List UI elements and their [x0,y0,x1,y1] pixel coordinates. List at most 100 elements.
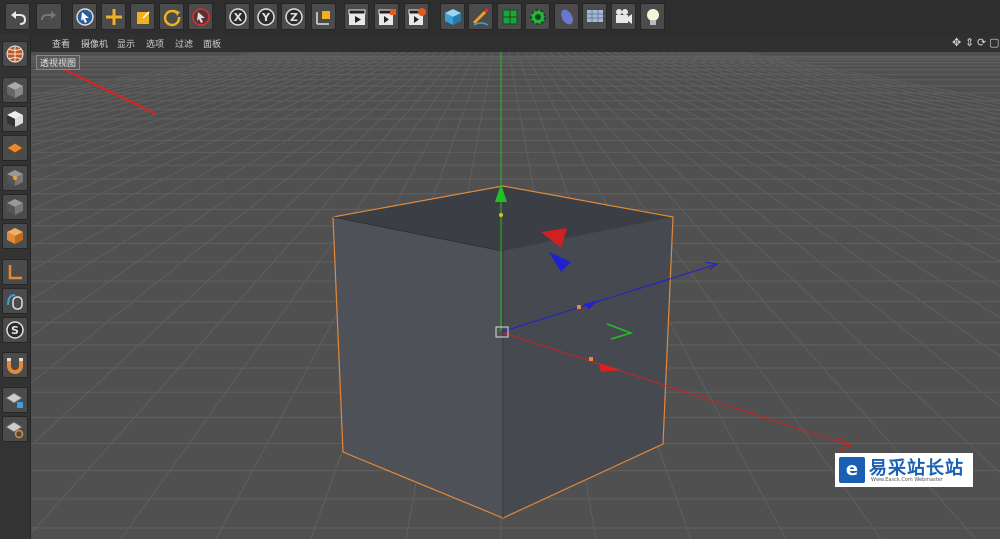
dolly-view-icon[interactable]: ⇕ [965,36,974,49]
redo-button[interactable] [36,3,62,30]
pan-view-icon[interactable]: ✥ [952,36,961,49]
model-mode-button[interactable] [2,41,28,67]
grid-line [31,52,318,123]
snapping-button[interactable]: S [2,317,28,343]
menu-display[interactable]: 显示 [117,37,135,50]
orbit-view-icon[interactable]: ⟳ [977,36,986,49]
points-mode-button[interactable] [2,165,28,191]
cube-right-face [503,217,673,518]
recent-select-icon [192,8,210,26]
y-scale-handle [499,213,503,217]
y-axis-icon: Y [257,8,275,26]
menu-filter[interactable]: 过滤 [175,37,193,50]
deformer-icon [561,9,573,25]
pen-icon [472,7,490,26]
mode-sidebar: S [0,34,31,539]
texture-mode-button[interactable] [2,106,28,132]
light-button[interactable] [640,3,665,30]
watermark: e 易采站长站 Www.Easck.Com Webmaster [835,453,973,487]
checker-cube-icon [7,111,23,127]
grid-line [31,52,278,102]
watermark-logo: e [839,457,865,483]
undo-icon [11,11,27,25]
subdivision-surface-button[interactable] [497,3,522,30]
grid-line [31,52,374,173]
z-axis-label: Z [290,11,298,24]
grid-line [31,52,334,134]
main-toolbar: X Y Z [0,0,1000,35]
x-axis-icon: X [229,8,247,26]
move-icon [106,9,122,25]
x-scale-handle [589,357,593,361]
move-button[interactable] [101,3,126,30]
clapper-icon [348,9,366,25]
render-settings-button[interactable] [404,3,429,30]
render-view-button[interactable] [344,3,369,30]
plane-cycle-button[interactable] [2,416,28,442]
subdivision-icon [502,9,518,25]
cloner-icon [530,9,546,25]
magnet-icon [7,358,23,374]
coordinate-system-icon [316,11,330,25]
undo-button[interactable] [5,3,30,30]
deformer-button[interactable] [554,3,579,30]
live-selection-button[interactable] [72,3,97,30]
svg-text:S: S [11,324,19,337]
pen-tool-button[interactable] [468,3,493,30]
grid-line [31,52,310,118]
cube-left-face [333,217,503,518]
mograph-cloner-button[interactable] [525,3,550,30]
locked-workplane-button[interactable] [2,387,28,413]
menu-options[interactable]: 选项 [146,37,164,50]
render-picture-viewer-button[interactable] [374,3,399,30]
points-icon [7,170,23,186]
scale-button[interactable] [130,3,155,30]
light-bulb-icon [647,9,659,25]
cube-object-button[interactable] [440,3,465,30]
polygons-icon [7,228,23,244]
grid-line [31,52,294,109]
menu-panel[interactable]: 面板 [203,37,221,50]
z-axis-icon: Z [285,8,303,26]
watermark-subtitle: Www.Easck.Com Webmaster [871,477,943,483]
polygons-mode-button[interactable] [2,223,28,249]
object-cube-icon [7,82,23,98]
grid-line [31,52,326,128]
scale-icon [137,11,150,24]
menu-view[interactable]: 查看 [52,37,70,50]
object-mode-button[interactable] [2,77,28,103]
recent-tool-button[interactable] [188,3,213,30]
snap-s-icon: S [6,321,24,339]
clapper-viewer-icon [378,9,396,25]
rotate-icon [163,9,181,27]
maximize-view-icon[interactable]: ▢ [989,36,999,49]
select-icon [76,8,94,26]
z-scale-handle [577,305,581,309]
workplane-button[interactable] [2,135,28,161]
grid-line [31,52,286,106]
mouse-icon [7,294,23,310]
y-axis-button[interactable]: Y [253,3,278,30]
globe-icon [6,45,24,63]
clapper-settings-icon [408,8,426,25]
axis-mode-button[interactable] [2,259,28,285]
camera-button[interactable] [611,3,636,30]
axis-l-icon [8,265,22,280]
z-axis-button[interactable]: Z [281,3,306,30]
edges-mode-button[interactable] [2,194,28,220]
rotate-button[interactable] [159,3,184,30]
viewport-menubar: 查看 摄像机 显示 选项 过滤 面板 ✥ ⇕ ⟳ ▢ [31,34,1000,52]
tweak-mode-button[interactable] [2,288,28,314]
viewport-label[interactable]: 透视视图 [36,55,81,70]
menu-cameras[interactable]: 摄像机 [81,37,108,50]
locked-plane-icon [5,392,23,408]
workplane-icon [6,142,24,154]
magnet-snap-button[interactable] [2,352,28,378]
floor-button[interactable] [582,3,607,30]
redo-icon [41,11,56,21]
coordinate-system-button[interactable] [311,3,336,30]
floor-icon [587,10,603,22]
edges-icon [7,199,23,215]
y-axis-label: Y [261,11,271,24]
x-axis-button[interactable]: X [225,3,250,30]
